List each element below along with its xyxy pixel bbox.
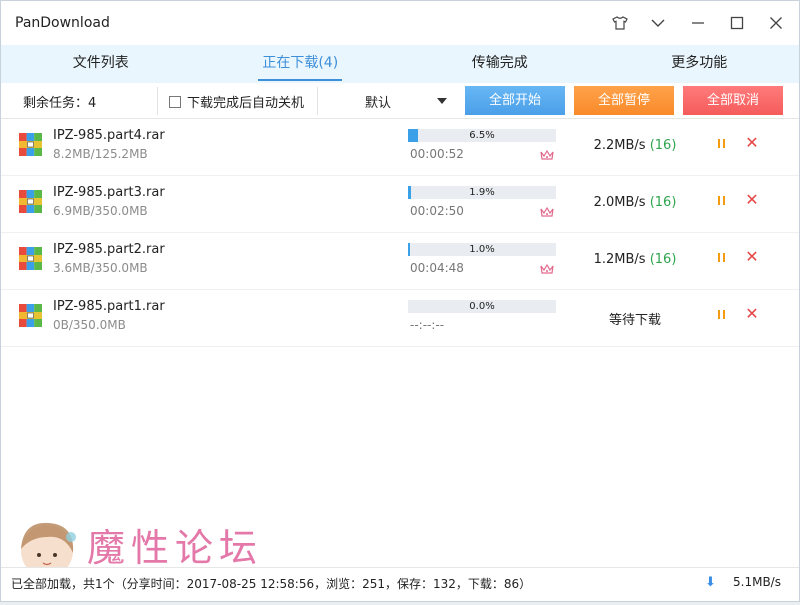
delete-icon[interactable]: ✕	[744, 306, 760, 322]
progress-bar: 1.0%	[408, 243, 556, 256]
delete-icon[interactable]: ✕	[744, 135, 760, 151]
total-speed: 5.1MB/s	[733, 575, 781, 589]
rar-file-icon	[19, 190, 42, 213]
file-name: IPZ-985.part3.rar	[53, 185, 165, 200]
tab-more-features[interactable]: 更多功能	[600, 45, 800, 83]
file-size: 0B/350.0MB	[53, 318, 126, 332]
connection-count: (16)	[649, 138, 677, 153]
remaining-time: 00:04:48	[410, 261, 464, 275]
progress-percent: 1.9%	[469, 187, 495, 198]
download-row[interactable]: IPZ-985.part2.rar 3.6MB/350.0MB 1.0% 00:04:…	[1, 233, 799, 290]
file-size: 6.9MB/350.0MB	[53, 204, 148, 218]
download-speed: 1.2MB/s (16)	[573, 252, 697, 267]
maximize-icon[interactable]	[724, 11, 750, 35]
pause-icon[interactable]	[715, 193, 729, 209]
connection-count: (16)	[649, 252, 677, 267]
download-speed: 等待下载	[573, 309, 697, 328]
progress-percent: 0.0%	[469, 301, 495, 312]
pause-icon[interactable]	[715, 250, 729, 266]
rar-file-icon	[19, 133, 42, 156]
tab-completed[interactable]: 传输完成	[400, 45, 600, 83]
remaining-time: --:--:--	[410, 318, 445, 332]
share-info: 已全部加载，共1个（分享时间：2017-08-25 12:58:56，浏览：25…	[11, 577, 532, 591]
download-row[interactable]: IPZ-985.part3.rar 6.9MB/350.0MB 1.9% 00:02:…	[1, 176, 799, 233]
app-window: PanDownload 文件列表 正在下载(4) 传输完成 更多功能 剩余任务：…	[0, 0, 800, 602]
chevron-down-icon[interactable]	[645, 11, 671, 35]
status-text: 等待下载	[608, 313, 661, 328]
checkbox-box[interactable]	[169, 95, 181, 108]
shirt-icon[interactable]	[607, 11, 633, 35]
tab-file-list[interactable]: 文件列表	[1, 45, 201, 83]
tab-bar: 文件列表 正在下载(4) 传输完成 更多功能	[1, 45, 799, 83]
cancel-all-button[interactable]: 全部取消	[683, 86, 783, 115]
download-row[interactable]: IPZ-985.part4.rar 8.2MB/125.2MB 6.5% 00:00:…	[1, 119, 799, 176]
vip-crown-icon	[540, 149, 554, 160]
progress-percent: 6.5%	[469, 130, 495, 141]
file-name: IPZ-985.part4.rar	[53, 128, 165, 143]
auto-shutdown-label: 下载完成后自动关机	[187, 96, 305, 111]
download-row[interactable]: IPZ-985.part1.rar 0B/350.0MB 0.0% --:--:-- 等…	[1, 290, 799, 347]
tab-downloading[interactable]: 正在下载(4)	[201, 45, 401, 83]
download-speed: 2.2MB/s (16)	[573, 138, 697, 153]
file-name: IPZ-985.part2.rar	[53, 242, 165, 257]
sort-select[interactable]: 默认	[323, 87, 455, 115]
download-arrow-icon: ⬇	[705, 575, 716, 590]
speed-value: 2.2MB/s	[593, 138, 646, 153]
connection-count: (16)	[649, 195, 677, 210]
file-size: 3.6MB/350.0MB	[53, 261, 148, 275]
rar-file-icon	[19, 304, 42, 327]
start-all-button[interactable]: 全部开始	[465, 86, 565, 115]
divider	[317, 87, 318, 115]
progress-percent: 1.0%	[469, 244, 495, 255]
progress-bar: 6.5%	[408, 129, 556, 142]
pause-icon[interactable]	[715, 136, 729, 152]
auto-shutdown-checkbox[interactable]: 下载完成后自动关机	[169, 92, 304, 111]
caret-down-icon	[437, 98, 447, 104]
rar-file-icon	[19, 247, 42, 270]
delete-icon[interactable]: ✕	[744, 249, 760, 265]
remaining-time: 00:00:52	[410, 147, 464, 161]
progress-bar: 1.9%	[408, 186, 556, 199]
title-bar: PanDownload	[1, 1, 799, 45]
vip-crown-icon	[540, 263, 554, 274]
remaining-tasks: 剩余任务：4	[23, 96, 97, 111]
vip-crown-icon	[540, 206, 554, 217]
minimize-icon[interactable]	[685, 11, 711, 35]
pause-icon[interactable]	[715, 307, 729, 323]
toolbar: 剩余任务：4 下载完成后自动关机 默认 全部开始 全部暂停 全部取消	[1, 83, 799, 119]
speed-value: 2.0MB/s	[593, 195, 646, 210]
watermark-text: 魔性论坛	[87, 526, 264, 570]
pause-all-button[interactable]: 全部暂停	[574, 86, 674, 115]
sort-value: 默认	[365, 95, 392, 111]
file-name: IPZ-985.part1.rar	[53, 299, 165, 314]
app-title: PanDownload	[15, 15, 110, 31]
progress-bar: 0.0%	[408, 300, 556, 313]
divider	[157, 87, 158, 115]
close-icon[interactable]	[763, 11, 789, 35]
speed-value: 1.2MB/s	[593, 252, 646, 267]
status-bar: 已全部加载，共1个（分享时间：2017-08-25 12:58:56，浏览：25…	[1, 567, 799, 601]
delete-icon[interactable]: ✕	[744, 192, 760, 208]
remaining-time: 00:02:50	[410, 204, 464, 218]
file-size: 8.2MB/125.2MB	[53, 147, 148, 161]
download-speed: 2.0MB/s (16)	[573, 195, 697, 210]
